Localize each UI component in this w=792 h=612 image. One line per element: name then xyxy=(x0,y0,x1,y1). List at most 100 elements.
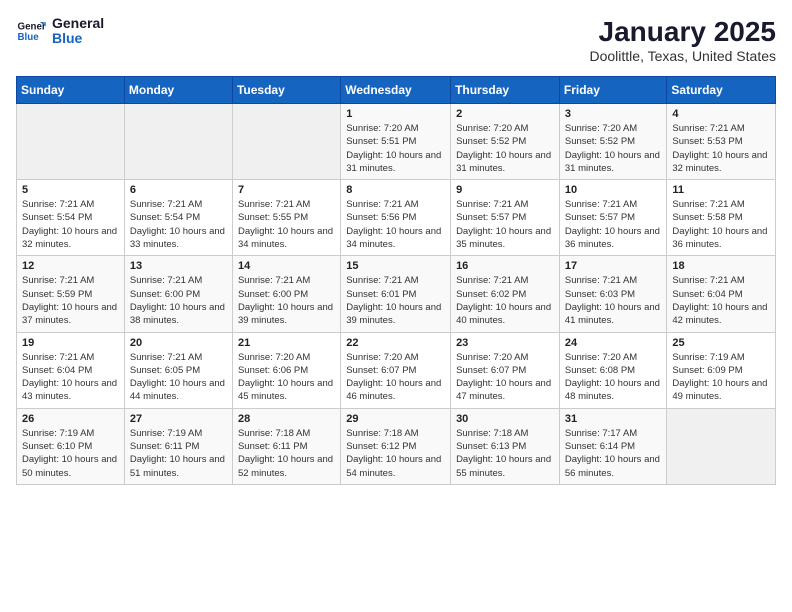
day-info: Sunrise: 7:19 AM Sunset: 6:10 PM Dayligh… xyxy=(22,427,119,480)
day-info: Sunrise: 7:21 AM Sunset: 6:02 PM Dayligh… xyxy=(456,274,554,327)
calendar-cell xyxy=(232,104,340,180)
day-number: 7 xyxy=(238,184,335,196)
day-info: Sunrise: 7:18 AM Sunset: 6:13 PM Dayligh… xyxy=(456,427,554,480)
calendar-body: 1 Sunrise: 7:20 AM Sunset: 5:51 PM Dayli… xyxy=(17,104,776,485)
calendar-cell: 26 Sunrise: 7:19 AM Sunset: 6:10 PM Dayl… xyxy=(17,408,125,484)
calendar-cell: 3 Sunrise: 7:20 AM Sunset: 5:52 PM Dayli… xyxy=(559,104,667,180)
day-info: Sunrise: 7:20 AM Sunset: 6:07 PM Dayligh… xyxy=(456,351,554,404)
calendar-cell: 12 Sunrise: 7:21 AM Sunset: 5:59 PM Dayl… xyxy=(17,256,125,332)
calendar-cell: 18 Sunrise: 7:21 AM Sunset: 6:04 PM Dayl… xyxy=(667,256,776,332)
calendar-cell xyxy=(17,104,125,180)
day-number: 22 xyxy=(346,337,445,349)
calendar-header: Sunday Monday Tuesday Wednesday Thursday… xyxy=(17,77,776,104)
day-info: Sunrise: 7:21 AM Sunset: 5:53 PM Dayligh… xyxy=(672,122,770,175)
logo-icon: General Blue xyxy=(16,16,46,46)
day-number: 11 xyxy=(672,184,770,196)
calendar-cell: 15 Sunrise: 7:21 AM Sunset: 6:01 PM Dayl… xyxy=(341,256,451,332)
calendar-cell: 28 Sunrise: 7:18 AM Sunset: 6:11 PM Dayl… xyxy=(232,408,340,484)
day-number: 19 xyxy=(22,337,119,349)
col-friday: Friday xyxy=(559,77,667,104)
day-info: Sunrise: 7:20 AM Sunset: 5:52 PM Dayligh… xyxy=(565,122,662,175)
calendar-cell xyxy=(124,104,232,180)
calendar-week-1: 1 Sunrise: 7:20 AM Sunset: 5:51 PM Dayli… xyxy=(17,104,776,180)
calendar-cell: 29 Sunrise: 7:18 AM Sunset: 6:12 PM Dayl… xyxy=(341,408,451,484)
day-number: 15 xyxy=(346,260,445,272)
calendar-cell: 20 Sunrise: 7:21 AM Sunset: 6:05 PM Dayl… xyxy=(124,332,232,408)
day-info: Sunrise: 7:20 AM Sunset: 5:52 PM Dayligh… xyxy=(456,122,554,175)
calendar-cell: 25 Sunrise: 7:19 AM Sunset: 6:09 PM Dayl… xyxy=(667,332,776,408)
calendar-cell: 17 Sunrise: 7:21 AM Sunset: 6:03 PM Dayl… xyxy=(559,256,667,332)
calendar-cell: 13 Sunrise: 7:21 AM Sunset: 6:00 PM Dayl… xyxy=(124,256,232,332)
header-row: Sunday Monday Tuesday Wednesday Thursday… xyxy=(17,77,776,104)
day-info: Sunrise: 7:20 AM Sunset: 6:06 PM Dayligh… xyxy=(238,351,335,404)
logo-text-blue: Blue xyxy=(52,31,104,46)
day-info: Sunrise: 7:21 AM Sunset: 5:57 PM Dayligh… xyxy=(456,198,554,251)
calendar-cell: 10 Sunrise: 7:21 AM Sunset: 5:57 PM Dayl… xyxy=(559,180,667,256)
day-number: 21 xyxy=(238,337,335,349)
calendar-cell: 4 Sunrise: 7:21 AM Sunset: 5:53 PM Dayli… xyxy=(667,104,776,180)
svg-text:Blue: Blue xyxy=(18,32,40,43)
calendar-week-4: 19 Sunrise: 7:21 AM Sunset: 6:04 PM Dayl… xyxy=(17,332,776,408)
day-info: Sunrise: 7:19 AM Sunset: 6:09 PM Dayligh… xyxy=(672,351,770,404)
day-info: Sunrise: 7:21 AM Sunset: 6:00 PM Dayligh… xyxy=(238,274,335,327)
day-number: 16 xyxy=(456,260,554,272)
day-info: Sunrise: 7:21 AM Sunset: 5:58 PM Dayligh… xyxy=(672,198,770,251)
col-monday: Monday xyxy=(124,77,232,104)
calendar-cell: 22 Sunrise: 7:20 AM Sunset: 6:07 PM Dayl… xyxy=(341,332,451,408)
calendar-cell: 8 Sunrise: 7:21 AM Sunset: 5:56 PM Dayli… xyxy=(341,180,451,256)
day-info: Sunrise: 7:21 AM Sunset: 5:59 PM Dayligh… xyxy=(22,274,119,327)
day-number: 17 xyxy=(565,260,662,272)
day-number: 20 xyxy=(130,337,227,349)
day-info: Sunrise: 7:17 AM Sunset: 6:14 PM Dayligh… xyxy=(565,427,662,480)
day-number: 5 xyxy=(22,184,119,196)
day-number: 30 xyxy=(456,413,554,425)
logo: General Blue General Blue xyxy=(16,16,104,47)
day-number: 10 xyxy=(565,184,662,196)
calendar-cell: 31 Sunrise: 7:17 AM Sunset: 6:14 PM Dayl… xyxy=(559,408,667,484)
day-number: 28 xyxy=(238,413,335,425)
day-info: Sunrise: 7:21 AM Sunset: 6:04 PM Dayligh… xyxy=(22,351,119,404)
calendar-cell: 23 Sunrise: 7:20 AM Sunset: 6:07 PM Dayl… xyxy=(451,332,560,408)
calendar-cell: 19 Sunrise: 7:21 AM Sunset: 6:04 PM Dayl… xyxy=(17,332,125,408)
day-info: Sunrise: 7:20 AM Sunset: 6:08 PM Dayligh… xyxy=(565,351,662,404)
col-wednesday: Wednesday xyxy=(341,77,451,104)
day-number: 25 xyxy=(672,337,770,349)
day-number: 29 xyxy=(346,413,445,425)
day-info: Sunrise: 7:21 AM Sunset: 6:00 PM Dayligh… xyxy=(130,274,227,327)
day-info: Sunrise: 7:19 AM Sunset: 6:11 PM Dayligh… xyxy=(130,427,227,480)
calendar-cell xyxy=(667,408,776,484)
day-info: Sunrise: 7:21 AM Sunset: 5:54 PM Dayligh… xyxy=(130,198,227,251)
day-info: Sunrise: 7:18 AM Sunset: 6:11 PM Dayligh… xyxy=(238,427,335,480)
day-info: Sunrise: 7:21 AM Sunset: 6:05 PM Dayligh… xyxy=(130,351,227,404)
day-info: Sunrise: 7:21 AM Sunset: 6:04 PM Dayligh… xyxy=(672,274,770,327)
day-info: Sunrise: 7:21 AM Sunset: 5:55 PM Dayligh… xyxy=(238,198,335,251)
title-block: January 2025 Doolittle, Texas, United St… xyxy=(589,16,776,64)
day-number: 1 xyxy=(346,108,445,120)
calendar-cell: 1 Sunrise: 7:20 AM Sunset: 5:51 PM Dayli… xyxy=(341,104,451,180)
calendar-subtitle: Doolittle, Texas, United States xyxy=(589,48,776,64)
day-number: 9 xyxy=(456,184,554,196)
calendar-cell: 14 Sunrise: 7:21 AM Sunset: 6:00 PM Dayl… xyxy=(232,256,340,332)
calendar-cell: 7 Sunrise: 7:21 AM Sunset: 5:55 PM Dayli… xyxy=(232,180,340,256)
day-number: 31 xyxy=(565,413,662,425)
day-number: 18 xyxy=(672,260,770,272)
calendar-cell: 16 Sunrise: 7:21 AM Sunset: 6:02 PM Dayl… xyxy=(451,256,560,332)
day-number: 26 xyxy=(22,413,119,425)
calendar-cell: 30 Sunrise: 7:18 AM Sunset: 6:13 PM Dayl… xyxy=(451,408,560,484)
col-thursday: Thursday xyxy=(451,77,560,104)
calendar-cell: 6 Sunrise: 7:21 AM Sunset: 5:54 PM Dayli… xyxy=(124,180,232,256)
day-info: Sunrise: 7:21 AM Sunset: 5:54 PM Dayligh… xyxy=(22,198,119,251)
day-info: Sunrise: 7:18 AM Sunset: 6:12 PM Dayligh… xyxy=(346,427,445,480)
page-header: General Blue General Blue January 2025 D… xyxy=(16,16,776,64)
day-number: 2 xyxy=(456,108,554,120)
day-info: Sunrise: 7:20 AM Sunset: 6:07 PM Dayligh… xyxy=(346,351,445,404)
day-number: 13 xyxy=(130,260,227,272)
calendar-cell: 5 Sunrise: 7:21 AM Sunset: 5:54 PM Dayli… xyxy=(17,180,125,256)
day-info: Sunrise: 7:21 AM Sunset: 5:56 PM Dayligh… xyxy=(346,198,445,251)
col-saturday: Saturday xyxy=(667,77,776,104)
calendar-cell: 24 Sunrise: 7:20 AM Sunset: 6:08 PM Dayl… xyxy=(559,332,667,408)
day-number: 12 xyxy=(22,260,119,272)
col-sunday: Sunday xyxy=(17,77,125,104)
day-number: 6 xyxy=(130,184,227,196)
calendar-week-5: 26 Sunrise: 7:19 AM Sunset: 6:10 PM Dayl… xyxy=(17,408,776,484)
